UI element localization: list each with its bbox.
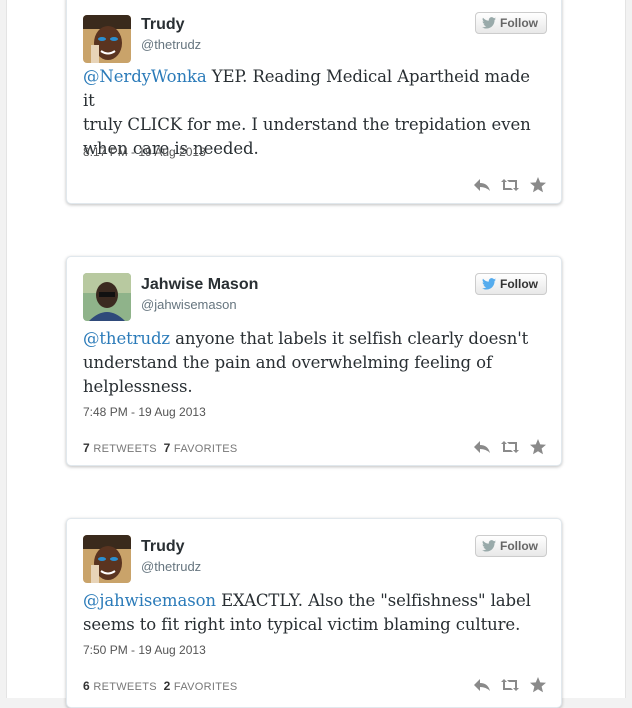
favorite-icon[interactable] bbox=[529, 439, 547, 455]
timestamp[interactable]: 8:17 PM - 19 Aug 2013 bbox=[83, 145, 206, 159]
retweet-icon[interactable] bbox=[501, 439, 519, 455]
tweet-text-line: truly CLICK for me. I understand the tre… bbox=[83, 115, 531, 134]
favorite-icon[interactable] bbox=[529, 177, 547, 193]
favorite-count[interactable]: 2 bbox=[164, 679, 171, 693]
reply-icon[interactable] bbox=[473, 677, 491, 693]
tweet-text-line: seems to fit right into typical victim b… bbox=[83, 615, 521, 634]
tweet-text-line: understand the pain and overwhelming fee… bbox=[83, 353, 492, 372]
retweet-icon[interactable] bbox=[501, 177, 519, 193]
retweet-count[interactable]: 7 bbox=[83, 441, 90, 455]
tweet-actions bbox=[473, 439, 547, 455]
author-name[interactable]: Jahwise Mason bbox=[141, 276, 258, 294]
tweet-card: Trudy @thetrudz Follow @NerdyWonka YEP. … bbox=[66, 0, 562, 204]
tweet-stats: 6 RETWEETS 2 FAVORITES bbox=[83, 679, 238, 693]
tweet-card: Jahwise Mason @jahwisemason Follow @thet… bbox=[66, 256, 562, 466]
tweet-text-line: helplessness. bbox=[83, 377, 193, 396]
mention-link[interactable]: @jahwisemason bbox=[83, 591, 216, 610]
author-handle[interactable]: @thetrudz bbox=[141, 559, 201, 574]
retweet-count[interactable]: 6 bbox=[83, 679, 90, 693]
tweet-stats: 7 RETWEETS 7 FAVORITES bbox=[83, 441, 238, 455]
author-handle[interactable]: @thetrudz bbox=[141, 37, 201, 52]
mention-link[interactable]: @thetrudz bbox=[83, 329, 170, 348]
twitter-bird-icon bbox=[482, 17, 496, 29]
twitter-bird-icon bbox=[482, 278, 496, 290]
mention-link[interactable]: @NerdyWonka bbox=[83, 67, 207, 86]
favorite-count[interactable]: 7 bbox=[164, 441, 171, 455]
follow-label: Follow bbox=[500, 277, 538, 291]
reply-icon[interactable] bbox=[473, 177, 491, 193]
tweet-actions bbox=[473, 177, 547, 193]
tweet-actions bbox=[473, 677, 547, 693]
author-name[interactable]: Trudy bbox=[141, 16, 185, 34]
follow-button[interactable]: Follow bbox=[475, 535, 547, 557]
follow-button[interactable]: Follow bbox=[475, 12, 547, 34]
tweet-text-line: EXACTLY. Also the "selfishness" label bbox=[215, 591, 531, 610]
retweets-label[interactable]: RETWEETS bbox=[93, 443, 157, 455]
avatar[interactable] bbox=[83, 15, 131, 63]
avatar[interactable] bbox=[83, 273, 131, 321]
author-name[interactable]: Trudy bbox=[141, 538, 185, 556]
timestamp[interactable]: 7:48 PM - 19 Aug 2013 bbox=[83, 405, 206, 419]
tweet-text: @thetrudz anyone that labels it selfish … bbox=[83, 327, 533, 399]
favorites-label[interactable]: FAVORITES bbox=[174, 681, 238, 693]
follow-label: Follow bbox=[500, 539, 538, 553]
follow-button[interactable]: Follow bbox=[475, 273, 547, 295]
tweet-text-line: anyone that labels it selfish clearly do… bbox=[170, 329, 529, 348]
tweet-text: @jahwisemason EXACTLY. Also the "selfish… bbox=[83, 589, 533, 637]
favorite-icon[interactable] bbox=[529, 677, 547, 693]
tweet-card: Trudy @thetrudz Follow @jahwisemason EXA… bbox=[66, 518, 562, 708]
twitter-bird-icon bbox=[482, 540, 496, 552]
reply-icon[interactable] bbox=[473, 439, 491, 455]
timestamp[interactable]: 7:50 PM - 19 Aug 2013 bbox=[83, 643, 206, 657]
author-handle[interactable]: @jahwisemason bbox=[141, 297, 237, 312]
favorites-label[interactable]: FAVORITES bbox=[174, 443, 238, 455]
retweet-icon[interactable] bbox=[501, 677, 519, 693]
follow-label: Follow bbox=[500, 16, 538, 30]
retweets-label[interactable]: RETWEETS bbox=[93, 681, 157, 693]
avatar[interactable] bbox=[83, 535, 131, 583]
